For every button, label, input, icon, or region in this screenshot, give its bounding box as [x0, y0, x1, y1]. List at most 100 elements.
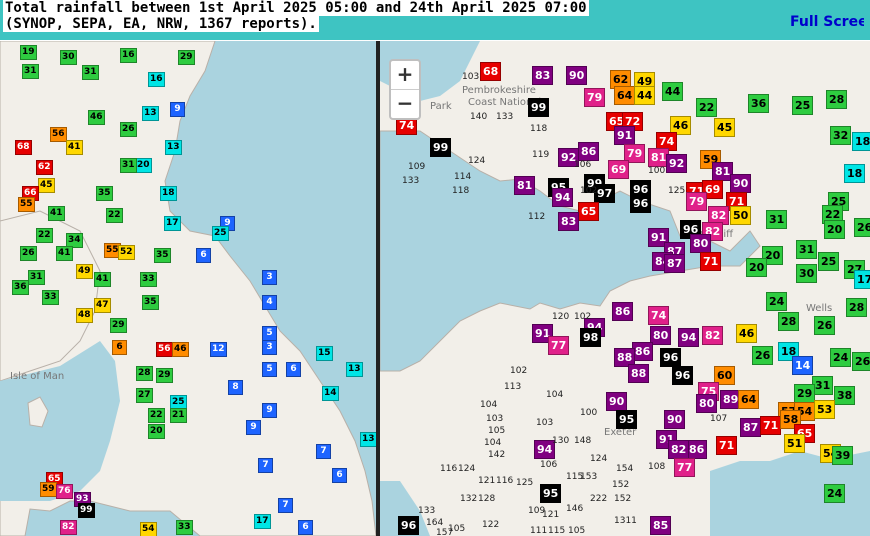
- rainfall-value[interactable]: 103: [462, 72, 479, 82]
- rainfall-marker[interactable]: 28: [778, 312, 800, 331]
- rainfall-marker[interactable]: 31: [22, 64, 39, 79]
- rainfall-marker[interactable]: 99: [528, 98, 550, 117]
- rainfall-marker[interactable]: 87: [664, 254, 686, 273]
- rainfall-marker[interactable]: 41: [48, 206, 65, 221]
- rainfall-marker[interactable]: 24: [766, 292, 788, 311]
- rainfall-value[interactable]: 100: [648, 166, 665, 176]
- rainfall-marker[interactable]: 36: [748, 94, 770, 113]
- rainfall-marker[interactable]: 91: [614, 126, 636, 145]
- rainfall-marker[interactable]: 95: [616, 410, 638, 429]
- rainfall-marker[interactable]: 68: [480, 62, 502, 81]
- rainfall-value[interactable]: 164: [426, 518, 443, 528]
- rainfall-marker[interactable]: 25: [212, 226, 229, 241]
- rainfall-marker[interactable]: 83: [558, 212, 580, 231]
- rainfall-marker[interactable]: 46: [172, 342, 189, 357]
- rainfall-value[interactable]: 111: [530, 526, 547, 536]
- rainfall-value[interactable]: 146: [566, 504, 583, 514]
- rainfall-value[interactable]: 119: [532, 150, 549, 160]
- rainfall-marker[interactable]: 88: [628, 364, 650, 383]
- rainfall-marker[interactable]: 6: [112, 340, 127, 355]
- rainfall-marker[interactable]: 49: [76, 264, 93, 279]
- rainfall-marker[interactable]: 79: [686, 192, 708, 211]
- rainfall-value[interactable]: 104: [480, 400, 497, 410]
- zoom-out-button[interactable]: −: [391, 89, 419, 118]
- rainfall-marker[interactable]: 99: [430, 138, 452, 157]
- rainfall-marker[interactable]: 13: [165, 140, 182, 155]
- rainfall-value[interactable]: 103: [486, 414, 503, 424]
- rainfall-marker[interactable]: 95: [540, 484, 562, 503]
- rainfall-value[interactable]: 148: [574, 436, 591, 446]
- rainfall-value[interactable]: 102: [574, 312, 591, 322]
- rainfall-marker[interactable]: 64: [614, 86, 636, 105]
- rainfall-marker[interactable]: 7: [258, 458, 273, 473]
- rainfall-marker[interactable]: 24: [824, 484, 846, 503]
- rainfall-marker[interactable]: 71: [716, 436, 738, 455]
- rainfall-marker[interactable]: 52: [118, 245, 135, 260]
- rainfall-marker[interactable]: 55: [18, 197, 35, 212]
- rainfall-marker[interactable]: 29: [110, 318, 127, 333]
- rainfall-value[interactable]: 104: [546, 390, 563, 400]
- rainfall-marker[interactable]: 35: [142, 295, 159, 310]
- rainfall-value[interactable]: 100: [580, 408, 597, 418]
- rainfall-value[interactable]: 154: [616, 464, 633, 474]
- rainfall-marker[interactable]: 90: [664, 410, 686, 429]
- rainfall-marker[interactable]: 77: [674, 458, 696, 477]
- rainfall-marker[interactable]: 79: [584, 88, 606, 107]
- rainfall-marker[interactable]: 5: [262, 362, 277, 377]
- rainfall-marker[interactable]: 5: [262, 326, 277, 341]
- rainfall-marker[interactable]: 12: [210, 342, 227, 357]
- rainfall-marker[interactable]: 35: [154, 248, 171, 263]
- rainfall-marker[interactable]: 17: [854, 270, 870, 289]
- rainfall-marker[interactable]: 31: [82, 65, 99, 80]
- rainfall-marker[interactable]: 71: [700, 252, 722, 271]
- rainfall-value[interactable]: 105: [568, 526, 585, 536]
- rainfall-marker[interactable]: 41: [94, 272, 111, 287]
- rainfall-marker[interactable]: 32: [830, 126, 852, 145]
- rainfall-value[interactable]: 153: [580, 472, 597, 482]
- rainfall-marker[interactable]: 9: [262, 403, 277, 418]
- rainfall-marker[interactable]: 97: [594, 184, 616, 203]
- rainfall-marker[interactable]: 69: [608, 160, 630, 179]
- rainfall-marker[interactable]: 94: [552, 188, 574, 207]
- rainfall-marker[interactable]: 26: [20, 246, 37, 261]
- rainfall-marker[interactable]: 7: [278, 498, 293, 513]
- rainfall-value[interactable]: 114: [454, 172, 471, 182]
- rainfall-marker[interactable]: 46: [88, 110, 105, 125]
- rainfall-marker[interactable]: 94: [678, 328, 700, 347]
- rainfall-marker[interactable]: 39: [832, 446, 854, 465]
- rainfall-marker[interactable]: 74: [648, 306, 670, 325]
- rainfall-marker[interactable]: 16: [120, 48, 137, 63]
- rainfall-marker[interactable]: 26: [120, 122, 137, 137]
- rainfall-marker[interactable]: 62: [36, 160, 53, 175]
- rainfall-value[interactable]: 121: [542, 510, 559, 520]
- rainfall-marker[interactable]: 25: [818, 252, 840, 271]
- left-map-panel[interactable]: Isle of Man 19 30 31 31 16 29 16 9 13 68 56 46 41 26 2…: [0, 41, 376, 536]
- rainfall-marker[interactable]: 29: [794, 384, 816, 403]
- rainfall-marker[interactable]: 51: [784, 434, 806, 453]
- full-screen-link[interactable]: Full Screen: [790, 14, 864, 30]
- rainfall-value[interactable]: 108: [648, 462, 665, 472]
- rainfall-value[interactable]: 133: [418, 506, 435, 516]
- rainfall-marker[interactable]: 47: [94, 298, 111, 313]
- rainfall-marker[interactable]: 6: [286, 362, 301, 377]
- rainfall-marker[interactable]: 41: [56, 246, 73, 261]
- rainfall-marker[interactable]: 20: [746, 258, 768, 277]
- rainfall-marker[interactable]: 22: [696, 98, 718, 117]
- rainfall-value[interactable]: 109: [408, 162, 425, 172]
- rainfall-marker[interactable]: 64: [738, 390, 760, 409]
- rainfall-value[interactable]: 130: [552, 436, 569, 446]
- rainfall-value[interactable]: 106: [574, 160, 591, 170]
- rainfall-marker[interactable]: 24: [830, 348, 852, 367]
- rainfall-value[interactable]: 104: [484, 438, 501, 448]
- rainfall-marker[interactable]: 20: [135, 158, 152, 173]
- rainfall-value[interactable]: 133: [402, 176, 419, 186]
- rainfall-marker[interactable]: 45: [714, 118, 736, 137]
- rainfall-marker[interactable]: 33: [176, 520, 193, 535]
- rainfall-marker[interactable]: 44: [634, 86, 656, 105]
- rainfall-marker[interactable]: 96: [630, 194, 652, 213]
- rainfall-marker[interactable]: 25: [792, 96, 814, 115]
- rainfall-marker[interactable]: 54: [140, 522, 157, 536]
- rainfall-marker[interactable]: 87: [740, 418, 762, 437]
- rainfall-value[interactable]: 125: [668, 186, 685, 196]
- rainfall-marker[interactable]: 28: [826, 90, 848, 109]
